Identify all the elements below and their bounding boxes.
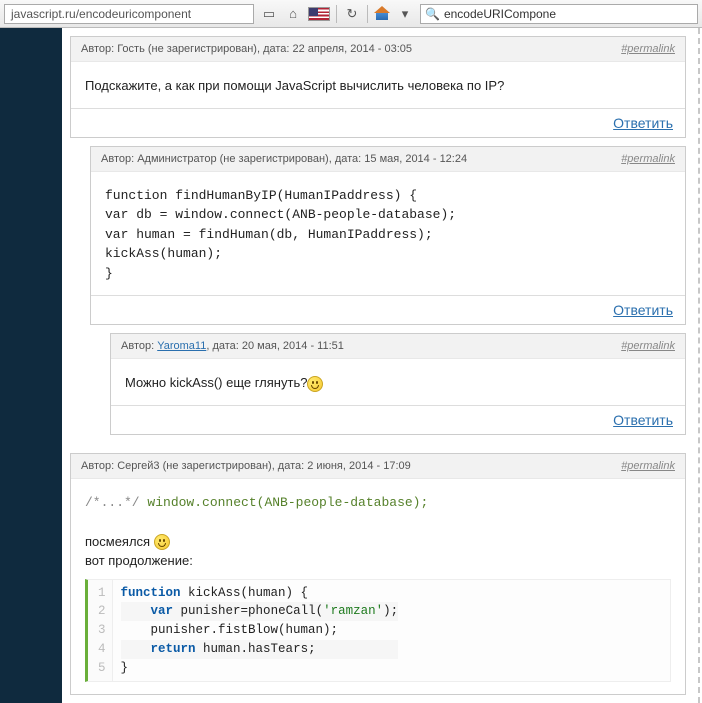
comment-text: Подскажите, а как при помощи JavaScript … (85, 78, 504, 93)
comment-text: Можно kickAss() еще глянуть? (125, 375, 307, 390)
comment-header: Автор: Администратор (не зарегистрирован… (91, 147, 685, 172)
permalink[interactable]: #permalink (621, 460, 675, 472)
comment: Автор: Гость (не зарегистрирован), дата:… (70, 36, 686, 138)
code-line: var punisher=phoneCall('ramzan'); (121, 602, 399, 621)
reply-link[interactable]: Ответить (613, 115, 673, 131)
date-prefix: , дата: (206, 340, 242, 352)
comment: Автор: Yaroma11, дата: 20 мая, 2014 - 11… (110, 333, 686, 435)
search-icon: 🔍 (425, 7, 440, 21)
author-name: Администратор (137, 153, 216, 165)
dropdown-icon[interactable]: ▾ (396, 5, 414, 23)
comment-header: Автор: Гость (не зарегистрирован), дата:… (71, 37, 685, 62)
comment-date: 2 июня, 2014 - 17:09 (307, 460, 411, 472)
comment-date: 20 мая, 2014 - 11:51 (242, 340, 344, 352)
para: посмеялся (85, 532, 671, 552)
author-prefix: Автор: (81, 460, 117, 472)
comment-body: function findHumanByIP(HumanIPaddress) {… (91, 172, 685, 296)
browser-toolbar: javascript.ru/encodeuricomponent ▭ ⌂ ↻ ▾… (0, 0, 702, 28)
refresh-icon[interactable]: ↻ (343, 5, 361, 23)
author-prefix: Автор: (121, 340, 157, 352)
author-link[interactable]: Yaroma11 (157, 340, 206, 352)
permalink[interactable]: #permalink (621, 153, 675, 165)
code-block: 12345 function kickAss(human) { var puni… (85, 579, 671, 683)
url-bar[interactable]: javascript.ru/encodeuricomponent (4, 4, 254, 24)
comment: Автор: Администратор (не зарегистрирован… (90, 146, 686, 326)
permalink[interactable]: #permalink (621, 340, 675, 352)
reply-link[interactable]: Ответить (613, 302, 673, 318)
left-rail (0, 28, 62, 703)
search-text: encodeURICompone (444, 7, 556, 21)
comment-footer: Ответить (91, 295, 685, 324)
reply-link[interactable]: Ответить (613, 412, 673, 428)
smiley-icon (154, 534, 170, 550)
comment-meta: Автор: Yaroma11, дата: 20 мая, 2014 - 11… (121, 340, 344, 352)
code-line: } (121, 659, 399, 678)
comment-body: Можно kickAss() еще глянуть? (111, 359, 685, 405)
permalink[interactable]: #permalink (621, 43, 675, 55)
url-text: javascript.ru/encodeuricomponent (11, 7, 191, 21)
date-prefix: , дата: (329, 153, 365, 165)
comment-text: посмеялся (85, 534, 154, 549)
code-comment: /*...*/ (85, 495, 140, 510)
home-icon[interactable] (374, 6, 390, 22)
toolbar-divider (336, 5, 337, 23)
code-line: punisher.fistBlow(human); (121, 621, 399, 640)
author-prefix: Автор: (81, 43, 117, 55)
reader-icon[interactable]: ▭ (260, 5, 278, 23)
author-name: Сергей3 (117, 460, 159, 472)
comment: Автор: Сергей3 (не зарегистрирован), дат… (70, 453, 686, 696)
comment-footer: Ответить (111, 405, 685, 434)
comment-meta: Автор: Сергей3 (не зарегистрирован), дат… (81, 460, 411, 472)
comment-body: /*...*/ window.connect(ANB-people-databa… (71, 479, 685, 695)
page-wrap: Автор: Гость (не зарегистрирован), дата:… (0, 28, 702, 703)
smiley-icon (307, 376, 323, 392)
comment-footer: Ответить (71, 108, 685, 137)
comment-header: Автор: Yaroma11, дата: 20 мая, 2014 - 11… (111, 334, 685, 359)
comment-header: Автор: Сергей3 (не зарегистрирован), дат… (71, 454, 685, 479)
right-dashed-border (698, 28, 700, 703)
comment-date: 22 апреля, 2014 - 03:05 (293, 43, 413, 55)
code-plain: function findHumanByIP(HumanIPaddress) {… (105, 186, 671, 284)
inline-code: /*...*/ window.connect(ANB-people-databa… (85, 493, 671, 513)
line-number: 5 (98, 659, 106, 678)
author-name: Гость (117, 43, 145, 55)
line-number: 1 (98, 584, 106, 603)
flag-us-icon[interactable] (308, 7, 330, 21)
comment-body: Подскажите, а как при помощи JavaScript … (71, 62, 685, 108)
comment-date: 15 мая, 2014 - 12:24 (364, 153, 467, 165)
line-number: 4 (98, 640, 106, 659)
not-registered: (не зарегистрирован) (145, 43, 257, 55)
code-lines: function kickAss(human) { var punisher=p… (113, 580, 407, 682)
content-area: Автор: Гость (не зарегистрирован), дата:… (62, 28, 702, 703)
comment-meta: Автор: Администратор (не зарегистрирован… (101, 153, 467, 165)
code-gutter: 12345 (88, 580, 113, 682)
line-number: 3 (98, 621, 106, 640)
code-line: return human.hasTears; (121, 640, 399, 659)
comment-meta: Автор: Гость (не зарегистрирован), дата:… (81, 43, 412, 55)
date-prefix: , дата: (272, 460, 308, 472)
search-box[interactable]: 🔍 encodeURICompone (420, 4, 698, 24)
comment-text: вот продолжение: (85, 551, 671, 571)
author-prefix: Автор: (101, 153, 137, 165)
toolbar-divider (367, 5, 368, 23)
not-registered: (не зарегистрирован) (217, 153, 329, 165)
home-small-icon[interactable]: ⌂ (284, 5, 302, 23)
date-prefix: , дата: (257, 43, 293, 55)
line-number: 2 (98, 602, 106, 621)
code-rest: window.connect(ANB-people-database); (147, 495, 428, 510)
not-registered: (не зарегистрирован) (160, 460, 272, 472)
code-line: function kickAss(human) { (121, 584, 399, 603)
